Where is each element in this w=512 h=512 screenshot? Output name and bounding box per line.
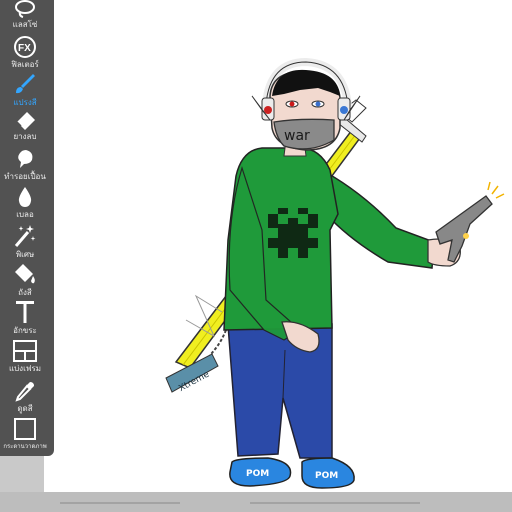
tool-label: แลสโซ่	[12, 20, 38, 29]
tool-blur[interactable]: เบลอ	[0, 186, 50, 224]
lasso-icon	[15, 0, 35, 18]
canvas-icon	[14, 418, 36, 440]
tool-eyedropper[interactable]: ดูดสี	[0, 380, 50, 418]
right-shoe-text: POM	[315, 471, 338, 481]
tool-label: อักขระ	[13, 326, 37, 335]
tool-frame-divider[interactable]: แบ่งเฟรม	[0, 340, 50, 378]
tool-label: ฟิลเตอร์	[11, 60, 39, 69]
head: war	[251, 57, 361, 151]
tool-lasso[interactable]: แลสโซ่	[0, 0, 50, 38]
frame-divider-icon	[13, 340, 37, 362]
brush-icon	[16, 74, 35, 94]
tool-label: ยางลบ	[13, 132, 37, 141]
tool-brush[interactable]: แปรงสี	[0, 72, 50, 110]
mask-text: war	[284, 128, 310, 144]
tool-canvas[interactable]: กระดานวาดภาพ	[0, 418, 50, 456]
tool-label: ทำรอยเปื้อน	[4, 172, 46, 181]
left-shoe-text: POM	[246, 469, 269, 479]
text-icon	[16, 301, 34, 323]
eraser-icon	[16, 112, 35, 130]
tool-label: ถังสี	[18, 288, 32, 297]
tool-panel: แลสโซ่ FX ฟิลเตอร์ แปรงสี ยางลบ ทำรอยเปื…	[0, 0, 54, 456]
tool-label: ดูดสี	[17, 404, 33, 413]
tool-label: พิเศษ	[15, 250, 35, 259]
svg-text:FX: FX	[18, 43, 31, 54]
tool-label: เบลอ	[16, 210, 34, 219]
tool-eraser[interactable]: ยางลบ	[0, 110, 50, 148]
artwork: Xtreme POM POM war	[165, 57, 505, 489]
tool-label: แปรงสี	[13, 98, 37, 107]
tool-special[interactable]: พิเศษ	[0, 224, 50, 262]
sweater	[223, 147, 339, 353]
magic-wand-icon	[14, 225, 36, 247]
tool-smudge[interactable]: ทำรอยเปื้อน	[0, 148, 50, 186]
fx-icon: FX	[14, 36, 36, 58]
tool-filter[interactable]: FX ฟิลเตอร์	[0, 36, 50, 74]
paint-bucket-icon	[15, 264, 35, 284]
tool-label: กระดานวาดภาพ	[3, 443, 47, 450]
drop-icon	[18, 187, 32, 207]
tool-text[interactable]: อักขระ	[0, 300, 50, 338]
shoes: POM POM	[229, 457, 355, 489]
extended-arm	[317, 166, 505, 269]
tool-label: แบ่งเฟรม	[8, 364, 42, 373]
tool-fill[interactable]: ถังสี	[0, 262, 50, 300]
eyedropper-icon	[15, 382, 34, 402]
smudge-icon	[18, 150, 33, 168]
